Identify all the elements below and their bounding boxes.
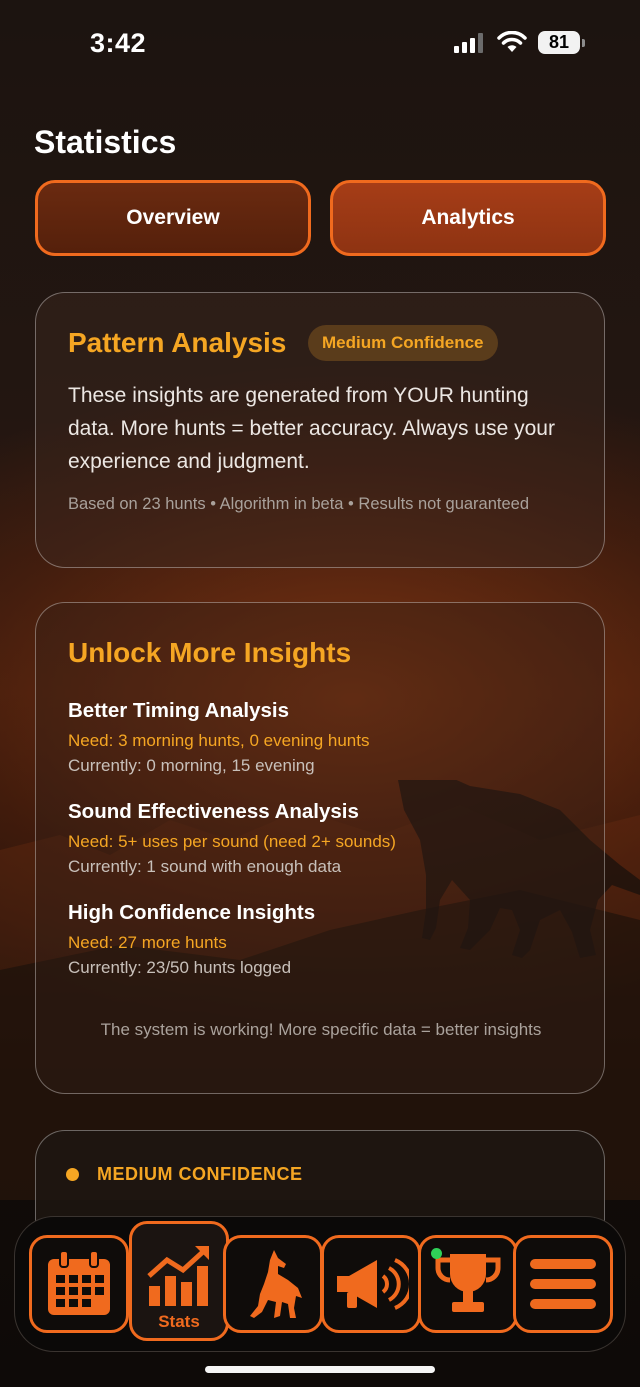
pattern-analysis-title: Pattern Analysis [68, 327, 287, 358]
status-bar: 3:42 81 [0, 0, 640, 90]
tab-menu[interactable] [513, 1235, 613, 1333]
tab-overview[interactable]: Overview [35, 180, 311, 256]
tab-stats-label: Stats [158, 1312, 200, 1331]
insight-need: Need: 3 morning hunts, 0 evening hunts [68, 731, 370, 750]
unlock-insights-title: Unlock More Insights [68, 637, 352, 668]
insight-need: Need: 27 more hunts [68, 933, 227, 952]
pattern-analysis-description: These insights are generated from YOUR h… [68, 384, 555, 473]
tab-stats[interactable]: Stats [129, 1221, 229, 1341]
tab-wolf[interactable] [223, 1235, 323, 1333]
wifi-icon [497, 31, 527, 52]
insight-name: High Confidence Insights [68, 901, 316, 924]
list-item: High Confidence Insights Need: 27 more h… [68, 901, 588, 978]
page-title: Statistics [34, 124, 177, 160]
confidence-dot-icon [66, 1168, 79, 1181]
tab-calls[interactable] [321, 1235, 421, 1333]
hamburger-menu-icon [530, 1259, 596, 1309]
status-time: 3:42 [90, 28, 147, 58]
pattern-analysis-card: Pattern Analysis Medium Confidence These… [35, 292, 605, 568]
battery-indicator: 81 [538, 31, 585, 54]
confidence-badge: Medium Confidence [308, 325, 498, 361]
insight-current: Currently: 23/50 hunts logged [68, 958, 292, 977]
bottom-tab-bar: Stats [14, 1216, 626, 1352]
tab-calendar[interactable] [29, 1235, 129, 1333]
cellular-signal-icon [454, 33, 483, 53]
growth-chart-icon [147, 1246, 209, 1306]
notification-dot-icon [431, 1248, 442, 1259]
list-item: Sound Effectiveness Analysis Need: 5+ us… [68, 800, 588, 877]
tab-analytics[interactable]: Analytics [330, 180, 606, 256]
insight-name: Better Timing Analysis [68, 699, 290, 722]
unlock-insights-card: Unlock More Insights Better Timing Analy… [35, 602, 605, 1094]
howling-wolf-icon [250, 1250, 302, 1318]
trophy-icon [435, 1254, 501, 1312]
confidence-label: MEDIUM CONFIDENCE [97, 1164, 303, 1184]
insight-current: Currently: 1 sound with enough data [68, 857, 342, 876]
pattern-analysis-footnote: Based on 23 hunts • Algorithm in beta • … [68, 495, 530, 513]
unlock-insights-footer: The system is working! More specific dat… [100, 1020, 542, 1039]
megaphone-icon [337, 1258, 409, 1310]
list-item: Better Timing Analysis Need: 3 morning h… [68, 699, 588, 776]
confidence-row: MEDIUM CONFIDENCE [66, 1164, 303, 1185]
insight-need: Need: 5+ uses per sound (need 2+ sounds) [68, 832, 396, 851]
tab-trophy[interactable] [418, 1235, 518, 1333]
insight-name: Sound Effectiveness Analysis [68, 800, 359, 823]
home-indicator[interactable] [205, 1366, 435, 1373]
calendar-icon [48, 1250, 110, 1315]
insight-current: Currently: 0 morning, 15 evening [68, 756, 315, 775]
